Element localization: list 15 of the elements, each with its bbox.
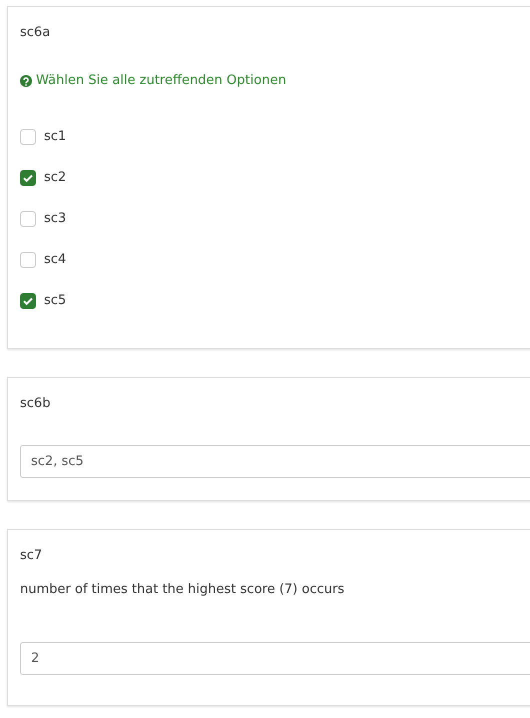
help-icon <box>20 75 32 87</box>
option-label: sc4 <box>44 251 66 269</box>
input-field[interactable]: 2 <box>20 642 530 675</box>
hint-text: Wählen Sie alle zutreffenden Optionen <box>36 72 286 90</box>
option-label: sc3 <box>44 210 66 228</box>
option-label: sc2 <box>44 169 66 187</box>
question-title: sc7 <box>20 547 44 565</box>
question-description: number of times that the highest score (7) occurs <box>20 581 346 599</box>
input-field[interactable]: sc2, sc5 <box>20 445 530 478</box>
question-title: sc6a <box>20 24 52 42</box>
checkbox[interactable] <box>20 170 36 186</box>
option-label: sc1 <box>44 128 66 146</box>
question-title: sc6b <box>20 395 52 413</box>
checkbox[interactable] <box>20 293 36 309</box>
option-label: sc5 <box>44 292 66 310</box>
